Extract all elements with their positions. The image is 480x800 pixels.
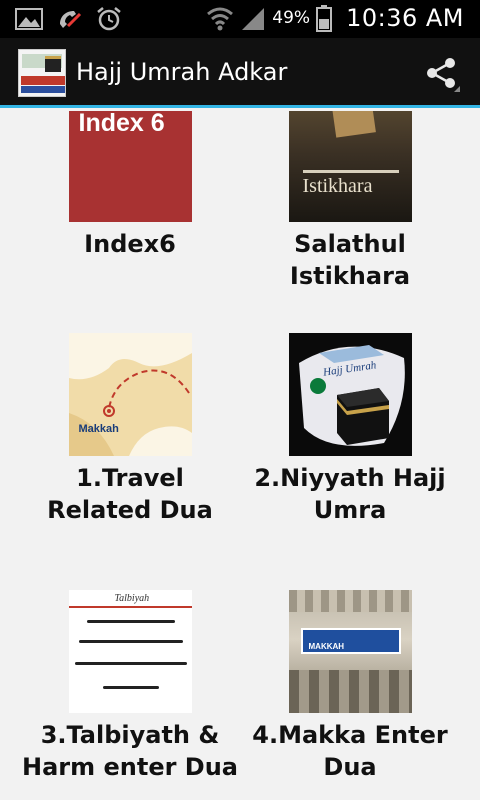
- grid-item-label: Index6: [84, 230, 176, 258]
- battery-icon: [316, 5, 333, 32]
- index6-thumbnail-text: Index 6: [78, 111, 165, 137]
- index6-thumbnail: Index 6: [68, 111, 192, 222]
- grid-item-travel-dua[interactable]: Makkah 1.Travel Related Dua: [20, 333, 240, 526]
- makka-enter-thumbnail-text: MAKKAH: [308, 642, 345, 651]
- grid-item-label: 4.Makka Enter Dua: [252, 721, 448, 781]
- menu-grid: Index 6 Index6 Istikhara Salathul Istikh…: [0, 111, 480, 800]
- talbiyath-thumbnail: Talbiyah: [68, 590, 192, 713]
- action-bar: Hajj Umrah Adkar: [0, 38, 480, 108]
- talbiyath-thumbnail-text: Talbiyah: [114, 593, 150, 604]
- kaaba-illustration: [298, 345, 405, 446]
- grid-item-niyyath[interactable]: Hajj Umrah 2.Niyyath Hajj Umra: [240, 333, 460, 526]
- grid-item-makka-enter[interactable]: MAKKAH 4.Makka Enter Dua: [240, 590, 460, 783]
- grid-item-istikhara[interactable]: Istikhara Salathul Istikhara: [240, 111, 460, 292]
- travel-dua-thumbnail-text: Makkah: [78, 423, 119, 435]
- signal-icon: [242, 8, 265, 30]
- grid-item-label: 3.Talbiyath & Harm enter Dua: [22, 721, 238, 781]
- grid-item-label: 1.Travel Related Dua: [47, 464, 213, 524]
- niyyath-thumbnail: Hajj Umrah: [288, 333, 412, 456]
- grid-item-index6[interactable]: Index 6 Index6: [20, 111, 240, 260]
- makka-enter-thumbnail: MAKKAH: [288, 590, 412, 713]
- clock: 10:36 AM: [346, 4, 464, 32]
- app-logo: [18, 49, 66, 97]
- istikhara-thumbnail-text: Istikhara: [302, 175, 373, 197]
- istikhara-thumbnail: Istikhara: [288, 111, 412, 222]
- gallery-icon: [15, 8, 43, 30]
- alarm-icon: [97, 7, 121, 31]
- status-bar: 49% 10:36 AM: [0, 0, 480, 38]
- missed-call-icon: [60, 11, 82, 28]
- share-icon[interactable]: [424, 56, 460, 92]
- battery-percent: 49%: [272, 8, 311, 28]
- grid-item-label: 2.Niyyath Hajj Umra: [254, 464, 446, 524]
- grid-item-label: Salathul Istikhara: [289, 230, 411, 290]
- wifi-icon: [207, 7, 234, 31]
- map-illustration: [68, 333, 192, 456]
- travel-dua-thumbnail: Makkah: [68, 333, 192, 456]
- app-title: Hajj Umrah Adkar: [76, 58, 288, 86]
- grid-item-talbiyath[interactable]: Talbiyah 3.Talbiyath & Harm enter Dua: [20, 590, 240, 783]
